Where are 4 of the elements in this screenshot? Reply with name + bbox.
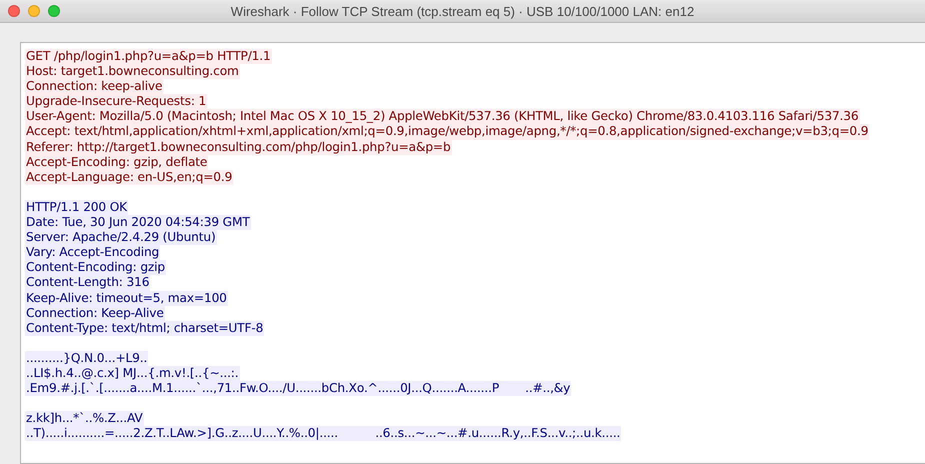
window-title: Wireshark · Follow TCP Stream (tcp.stream eq 5) · USB 10/100/1000 LAN: en12 [230, 4, 696, 18]
minimize-button[interactable] [28, 5, 40, 17]
close-button[interactable] [8, 5, 20, 17]
zoom-button[interactable] [48, 5, 60, 17]
